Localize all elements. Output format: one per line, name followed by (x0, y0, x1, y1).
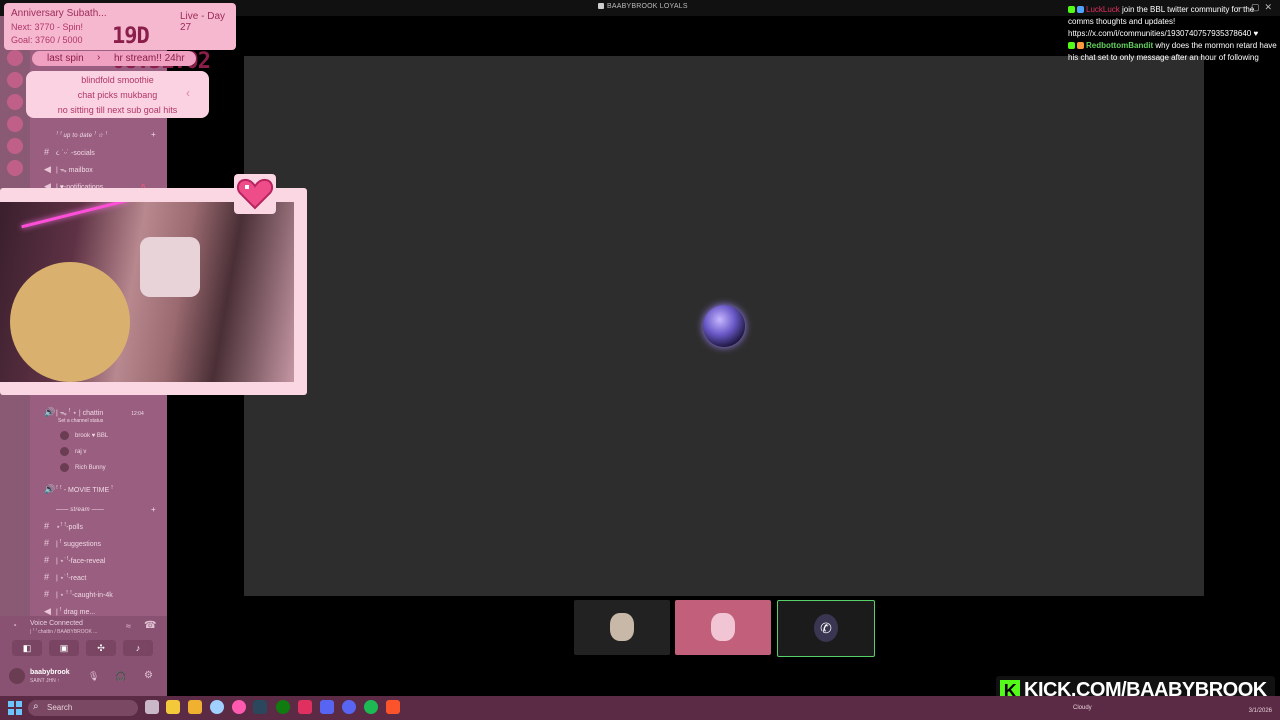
badge-icon (1077, 6, 1084, 14)
search-placeholder: Search (47, 703, 73, 712)
channel-react[interactable]: # | ⋆˙ꜝ-react (44, 572, 86, 582)
last-spin-banner: last spin › hr stream!! 24hr (32, 51, 196, 66)
webcam-feed (0, 202, 294, 382)
chat-message: RedbottomBandit why does the mormon reta… (1068, 40, 1278, 64)
channel-mailbox[interactable]: ◀ | ᯓ mailbox (44, 164, 93, 175)
spotify-icon[interactable] (364, 700, 378, 714)
sub-goal: Goal: 3760 / 5000 (11, 35, 83, 45)
activities-button[interactable]: ✣ (86, 640, 116, 656)
xbox-icon[interactable] (276, 700, 290, 714)
rule-item: chat picks mukbang (77, 90, 158, 100)
file-explorer-icon[interactable] (188, 700, 202, 714)
steam-icon[interactable] (253, 700, 267, 714)
chat-username: LuckLuck (1086, 5, 1120, 14)
chat-overlay: LuckLuck join the BBL twitter community … (1068, 4, 1278, 64)
signal-icon: ◔ (12, 621, 17, 630)
subathon-counter: Anniversary Subath... Next: 3770 - Spin!… (4, 3, 236, 74)
server-icon[interactable] (7, 160, 23, 176)
voice-member[interactable]: raj v (60, 447, 86, 456)
category-header[interactable]: ꜝ ꜝ up to date ꜝ ☆ ꜝ (56, 132, 107, 139)
app-icon[interactable] (298, 700, 312, 714)
system-tray-clock[interactable]: 3/1/2026 (1249, 699, 1272, 715)
weather-widget[interactable]: Cloudy (1073, 705, 1092, 711)
voice-channel-path[interactable]: | ꜝ ꜝ chattin / BAABYBROOK ... (30, 629, 97, 635)
phone-icon: ✆ (814, 614, 838, 642)
subathon-timer: 19D 08:51:02 (112, 24, 211, 74)
avatar (60, 431, 69, 440)
add-channel-button[interactable]: + (151, 130, 156, 139)
channel-suggestions[interactable]: # | ꜝ suggestions (44, 538, 101, 548)
settings-gear-icon[interactable]: ⚙ (144, 670, 153, 681)
call-tile-active[interactable]: ✆ (777, 600, 875, 657)
taskbar-search[interactable]: ⌕ Search (28, 700, 138, 716)
participant-tile[interactable] (675, 600, 771, 655)
discord-icon (598, 3, 604, 10)
disconnect-icon[interactable]: ☎ (144, 620, 156, 631)
noise-suppression-icon[interactable]: ≈ (126, 621, 131, 631)
last-spin-value: hr stream!! 24hr (114, 53, 185, 64)
app-icon[interactable] (232, 700, 246, 714)
badge-icon (1068, 42, 1075, 50)
voice-panel: ◔ Voice Connected | ꜝ ꜝ chattin / BAABYB… (0, 616, 167, 696)
badge-icon (1068, 6, 1075, 14)
participant-tile[interactable] (574, 600, 670, 655)
username[interactable]: baabybrook (30, 669, 70, 676)
pixel-heart-icon (234, 174, 276, 214)
loading-avatar-orb (703, 305, 745, 347)
avatar (60, 463, 69, 472)
windows-start-icon[interactable] (8, 701, 22, 715)
server-icon[interactable] (7, 116, 23, 132)
avatar[interactable] (9, 668, 25, 684)
window-title: BAABYBROOK LOYALS (598, 3, 688, 10)
server-icon[interactable] (7, 138, 23, 154)
avatar (60, 447, 69, 456)
mic-icon[interactable]: 🎙 (88, 671, 99, 682)
channel-face-reveal[interactable]: # | ⋆˙ꜝ-face-reveal (44, 555, 105, 565)
taskbar: ⌕ Search Cloudy 3/1/2026 (0, 696, 1280, 720)
search-icon: ⌕ (33, 701, 39, 712)
chevron-left-icon: ‹ (186, 86, 190, 100)
app-icon[interactable] (210, 700, 224, 714)
discord-icon[interactable] (342, 700, 356, 714)
server-icon[interactable] (7, 50, 23, 66)
server-icon[interactable] (7, 72, 23, 88)
soundboard-button[interactable]: ♪ (123, 640, 153, 656)
channel-caught-in-4k[interactable]: # | ⋆ ꜝ ꜝ-caught-in-4k (44, 589, 113, 599)
chevron-right-icon: › (97, 52, 101, 63)
chat-message: LuckLuck join the BBL twitter community … (1068, 4, 1278, 40)
channel-socials[interactable]: #૮ ˙ᵕ˙ -socials (44, 147, 95, 158)
channel-polls[interactable]: # ⋆ꜝ ꜝ-polls (44, 521, 83, 531)
voice-channel-chattin[interactable]: 🔊| ᯓ ꜝ ⋆ | chattin 12:04 (44, 407, 144, 418)
avatar (711, 613, 735, 641)
voice-status: Voice Connected (30, 620, 83, 627)
event-title: Anniversary Subath... (11, 8, 107, 19)
app-icon[interactable] (320, 700, 334, 714)
last-spin-label: last spin (47, 53, 84, 64)
voice-member[interactable]: brook ♥ BBL (60, 431, 108, 440)
camera-button[interactable]: ◧ (12, 640, 42, 656)
headphones-icon[interactable]: 🎧 (115, 671, 126, 682)
stream-rules-card: blindfold smoothie chat picks mukbang no… (26, 71, 209, 118)
channel-status[interactable]: Set a channel status (58, 418, 103, 424)
screen-share-button[interactable]: ▣ (49, 640, 79, 656)
add-channel-button[interactable]: + (151, 505, 156, 514)
notes-app-icon[interactable] (166, 700, 180, 714)
channel-movie-time[interactable]: 🔊ꜝ ꜝ - MOVIE TIME ꜝ (44, 484, 113, 495)
brave-browser-icon[interactable] (386, 700, 400, 714)
avatar (610, 613, 634, 641)
rule-item: blindfold smoothie (81, 75, 154, 85)
voice-member[interactable]: Rich Bunny (60, 463, 106, 472)
next-goal: Next: 3770 - Spin! (11, 22, 84, 32)
badge-icon (1077, 42, 1084, 50)
task-view-icon[interactable] (145, 700, 159, 714)
user-status: SAINT JHN ↑ (30, 678, 60, 684)
category-header[interactable]: —— stream —— (56, 507, 104, 513)
server-icon[interactable] (7, 94, 23, 110)
rule-item: no sitting till next sub goal hits (57, 105, 178, 115)
chat-username: RedbottomBandit (1086, 41, 1154, 50)
